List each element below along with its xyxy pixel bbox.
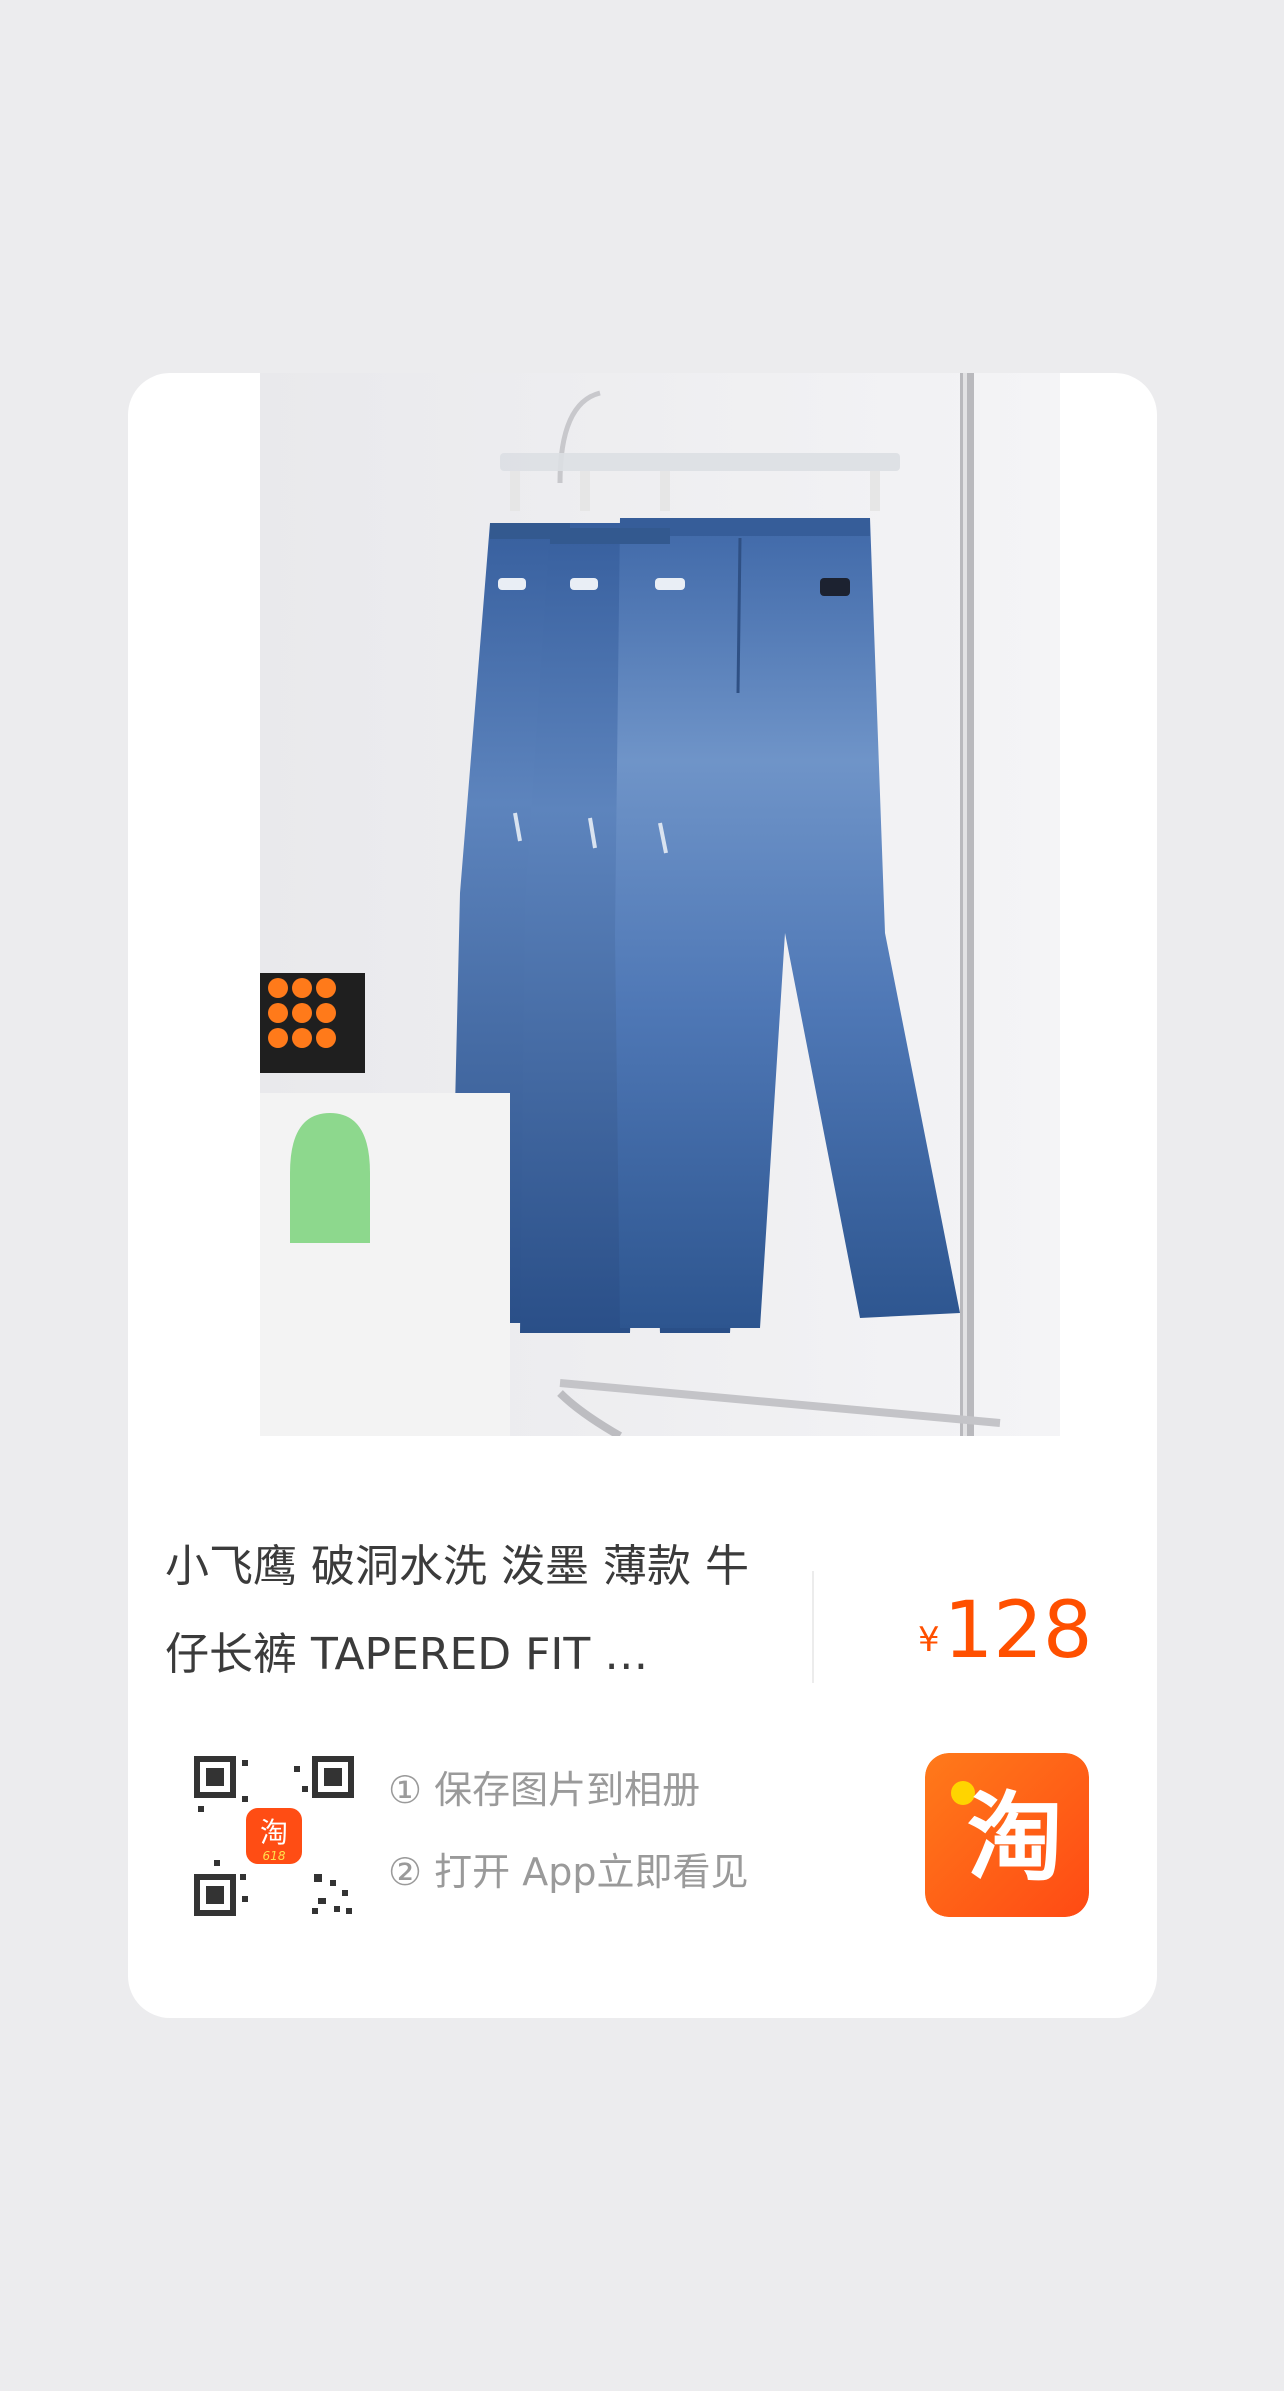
app-logo-text: 淘 — [967, 1782, 1063, 1894]
divider — [812, 1571, 814, 1683]
share-steps: ① 保存图片到相册 ② 打开 App立即看见 — [388, 1770, 748, 1892]
taobao-app-icon[interactable]: 淘 — [925, 1753, 1089, 1917]
product-price: ¥128 — [918, 1586, 1093, 1676]
product-info: 小飞鹰 破洞水洗 泼墨 薄款 牛仔长裤 TAPERED FIT … ¥128 — [128, 1436, 1157, 1683]
product-title[interactable]: 小飞鹰 破洞水洗 泼墨 薄款 牛仔长裤 TAPERED FIT … — [165, 1523, 785, 1699]
price-amount: 128 — [943, 1586, 1093, 1676]
qr-badge-text: 淘 — [260, 1816, 288, 1849]
qr-code-icon[interactable]: 淘 618 — [194, 1756, 354, 1916]
step-open-app: ② 打开 App立即看见 — [388, 1850, 749, 1894]
share-section: 淘 618 ① 保存图片到相册 ② 打开 App立即看见 淘 — [128, 1753, 1157, 1956]
product-image[interactable] — [260, 373, 1060, 1436]
currency-symbol: ¥ — [918, 1620, 940, 1660]
step-save-image: ① 保存图片到相册 — [388, 1768, 701, 1812]
qr-badge-sub: 618 — [263, 1849, 286, 1863]
share-card: 小飞鹰 破洞水洗 泼墨 薄款 牛仔长裤 TAPERED FIT … ¥128 淘… — [128, 373, 1157, 2018]
